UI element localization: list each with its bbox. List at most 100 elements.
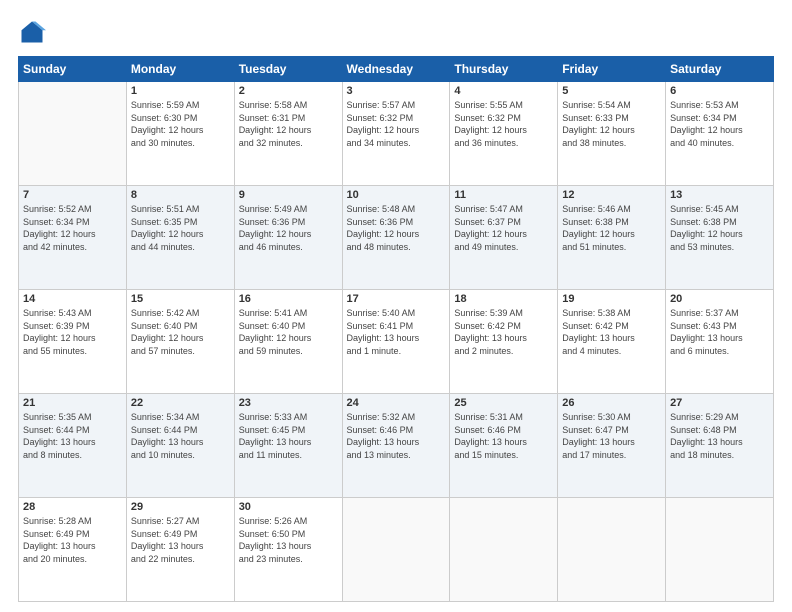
page: SundayMondayTuesdayWednesdayThursdayFrid…: [0, 0, 792, 612]
calendar-cell: 13 Sunrise: 5:45 AM Sunset: 6:38 PM Dayli…: [666, 186, 774, 290]
day-info: Sunrise: 5:54 AM Sunset: 6:33 PM Dayligh…: [562, 99, 661, 149]
calendar-cell: 11 Sunrise: 5:47 AM Sunset: 6:37 PM Dayli…: [450, 186, 558, 290]
calendar-cell: 5 Sunrise: 5:54 AM Sunset: 6:33 PM Daylig…: [558, 82, 666, 186]
day-number: 16: [239, 293, 338, 305]
calendar-cell: 18Sunrise: 5:39 AM Sunset: 6:42 PM Dayli…: [450, 290, 558, 394]
day-number: 4: [454, 85, 553, 97]
calendar-cell: [342, 498, 450, 602]
day-number: 12: [562, 189, 661, 201]
day-number: 28: [23, 501, 122, 513]
calendar-cell: 2Sunrise: 5:58 AM Sunset: 6:31 PM Daylig…: [234, 82, 342, 186]
calendar-cell: 12 Sunrise: 5:46 AM Sunset: 6:38 PM Dayli…: [558, 186, 666, 290]
weekday-header-sunday: Sunday: [19, 57, 127, 82]
calendar-cell: 26 Sunrise: 5:30 AM Sunset: 6:47 PM Dayli…: [558, 394, 666, 498]
day-info: Sunrise: 5:38 AM Sunset: 6:42 PM Dayligh…: [562, 307, 661, 357]
day-number: 19: [562, 293, 661, 305]
calendar-cell: 14Sunrise: 5:43 AM Sunset: 6:39 PM Dayli…: [19, 290, 127, 394]
calendar-cell: 27 Sunrise: 5:29 AM Sunset: 6:48 PM Dayli…: [666, 394, 774, 498]
weekday-header-thursday: Thursday: [450, 57, 558, 82]
calendar-cell: 23 Sunrise: 5:33 AM Sunset: 6:45 PM Dayli…: [234, 394, 342, 498]
logo-icon: [18, 18, 46, 46]
day-info: Sunrise: 5:41 AM Sunset: 6:40 PM Dayligh…: [239, 307, 338, 357]
day-number: 11: [454, 189, 553, 201]
day-info: Sunrise: 5:45 AM Sunset: 6:38 PM Dayligh…: [670, 203, 769, 253]
calendar-cell: [19, 82, 127, 186]
day-info: Sunrise: 5:27 AM Sunset: 6:49 PM Dayligh…: [131, 515, 230, 565]
day-info: Sunrise: 5:33 AM Sunset: 6:45 PM Dayligh…: [239, 411, 338, 461]
day-info: Sunrise: 5:40 AM Sunset: 6:41 PM Dayligh…: [347, 307, 446, 357]
day-info: Sunrise: 5:51 AM Sunset: 6:35 PM Dayligh…: [131, 203, 230, 253]
day-number: 30: [239, 501, 338, 513]
day-info: Sunrise: 5:37 AM Sunset: 6:43 PM Dayligh…: [670, 307, 769, 357]
day-info: Sunrise: 5:34 AM Sunset: 6:44 PM Dayligh…: [131, 411, 230, 461]
day-number: 27: [670, 397, 769, 409]
day-info: Sunrise: 5:31 AM Sunset: 6:46 PM Dayligh…: [454, 411, 553, 461]
calendar-cell: 29 Sunrise: 5:27 AM Sunset: 6:49 PM Dayli…: [126, 498, 234, 602]
day-number: 7: [23, 189, 122, 201]
calendar-cell: 3 Sunrise: 5:57 AM Sunset: 6:32 PM Daylig…: [342, 82, 450, 186]
day-number: 3: [347, 85, 446, 97]
week-row-3: 14Sunrise: 5:43 AM Sunset: 6:39 PM Dayli…: [19, 290, 774, 394]
day-number: 1: [131, 85, 230, 97]
day-number: 5: [562, 85, 661, 97]
calendar-cell: 20 Sunrise: 5:37 AM Sunset: 6:43 PM Dayli…: [666, 290, 774, 394]
day-number: 6: [670, 85, 769, 97]
day-info: Sunrise: 5:46 AM Sunset: 6:38 PM Dayligh…: [562, 203, 661, 253]
day-number: 2: [239, 85, 338, 97]
day-number: 9: [239, 189, 338, 201]
day-info: Sunrise: 5:28 AM Sunset: 6:49 PM Dayligh…: [23, 515, 122, 565]
calendar-cell: 6Sunrise: 5:53 AM Sunset: 6:34 PM Daylig…: [666, 82, 774, 186]
calendar-cell: 30 Sunrise: 5:26 AM Sunset: 6:50 PM Dayli…: [234, 498, 342, 602]
weekday-header-saturday: Saturday: [666, 57, 774, 82]
day-number: 8: [131, 189, 230, 201]
day-info: Sunrise: 5:55 AM Sunset: 6:32 PM Dayligh…: [454, 99, 553, 149]
day-info: Sunrise: 5:43 AM Sunset: 6:39 PM Dayligh…: [23, 307, 122, 357]
week-row-5: 28 Sunrise: 5:28 AM Sunset: 6:49 PM Dayli…: [19, 498, 774, 602]
day-number: 10: [347, 189, 446, 201]
calendar-cell: 4 Sunrise: 5:55 AM Sunset: 6:32 PM Daylig…: [450, 82, 558, 186]
day-info: Sunrise: 5:42 AM Sunset: 6:40 PM Dayligh…: [131, 307, 230, 357]
day-info: Sunrise: 5:29 AM Sunset: 6:48 PM Dayligh…: [670, 411, 769, 461]
calendar-cell: [666, 498, 774, 602]
day-info: Sunrise: 5:57 AM Sunset: 6:32 PM Dayligh…: [347, 99, 446, 149]
calendar-cell: [450, 498, 558, 602]
week-row-4: 21Sunrise: 5:35 AM Sunset: 6:44 PM Dayli…: [19, 394, 774, 498]
day-number: 15: [131, 293, 230, 305]
day-info: Sunrise: 5:35 AM Sunset: 6:44 PM Dayligh…: [23, 411, 122, 461]
day-info: Sunrise: 5:26 AM Sunset: 6:50 PM Dayligh…: [239, 515, 338, 565]
calendar-cell: 19 Sunrise: 5:38 AM Sunset: 6:42 PM Dayli…: [558, 290, 666, 394]
day-info: Sunrise: 5:59 AM Sunset: 6:30 PM Dayligh…: [131, 99, 230, 149]
day-number: 29: [131, 501, 230, 513]
calendar-cell: 9 Sunrise: 5:49 AM Sunset: 6:36 PM Daylig…: [234, 186, 342, 290]
day-number: 13: [670, 189, 769, 201]
day-number: 24: [347, 397, 446, 409]
calendar-cell: 25Sunrise: 5:31 AM Sunset: 6:46 PM Dayli…: [450, 394, 558, 498]
calendar-table: SundayMondayTuesdayWednesdayThursdayFrid…: [18, 56, 774, 602]
day-number: 22: [131, 397, 230, 409]
weekday-header-wednesday: Wednesday: [342, 57, 450, 82]
calendar-cell: 16 Sunrise: 5:41 AM Sunset: 6:40 PM Dayli…: [234, 290, 342, 394]
calendar-cell: 10 Sunrise: 5:48 AM Sunset: 6:36 PM Dayli…: [342, 186, 450, 290]
day-number: 26: [562, 397, 661, 409]
calendar-cell: 7 Sunrise: 5:52 AM Sunset: 6:34 PM Daylig…: [19, 186, 127, 290]
day-info: Sunrise: 5:32 AM Sunset: 6:46 PM Dayligh…: [347, 411, 446, 461]
day-number: 23: [239, 397, 338, 409]
calendar-cell: 1 Sunrise: 5:59 AM Sunset: 6:30 PM Daylig…: [126, 82, 234, 186]
weekday-header-monday: Monday: [126, 57, 234, 82]
calendar-cell: 21Sunrise: 5:35 AM Sunset: 6:44 PM Dayli…: [19, 394, 127, 498]
day-number: 20: [670, 293, 769, 305]
logo: [18, 18, 50, 46]
week-row-1: 1 Sunrise: 5:59 AM Sunset: 6:30 PM Daylig…: [19, 82, 774, 186]
day-info: Sunrise: 5:49 AM Sunset: 6:36 PM Dayligh…: [239, 203, 338, 253]
day-info: Sunrise: 5:47 AM Sunset: 6:37 PM Dayligh…: [454, 203, 553, 253]
day-info: Sunrise: 5:48 AM Sunset: 6:36 PM Dayligh…: [347, 203, 446, 253]
calendar-cell: [558, 498, 666, 602]
calendar-cell: 24 Sunrise: 5:32 AM Sunset: 6:46 PM Dayli…: [342, 394, 450, 498]
calendar-cell: 22 Sunrise: 5:34 AM Sunset: 6:44 PM Dayli…: [126, 394, 234, 498]
day-info: Sunrise: 5:39 AM Sunset: 6:42 PM Dayligh…: [454, 307, 553, 357]
day-info: Sunrise: 5:30 AM Sunset: 6:47 PM Dayligh…: [562, 411, 661, 461]
header: [18, 18, 774, 46]
day-info: Sunrise: 5:52 AM Sunset: 6:34 PM Dayligh…: [23, 203, 122, 253]
calendar-cell: 15 Sunrise: 5:42 AM Sunset: 6:40 PM Dayli…: [126, 290, 234, 394]
weekday-header-tuesday: Tuesday: [234, 57, 342, 82]
